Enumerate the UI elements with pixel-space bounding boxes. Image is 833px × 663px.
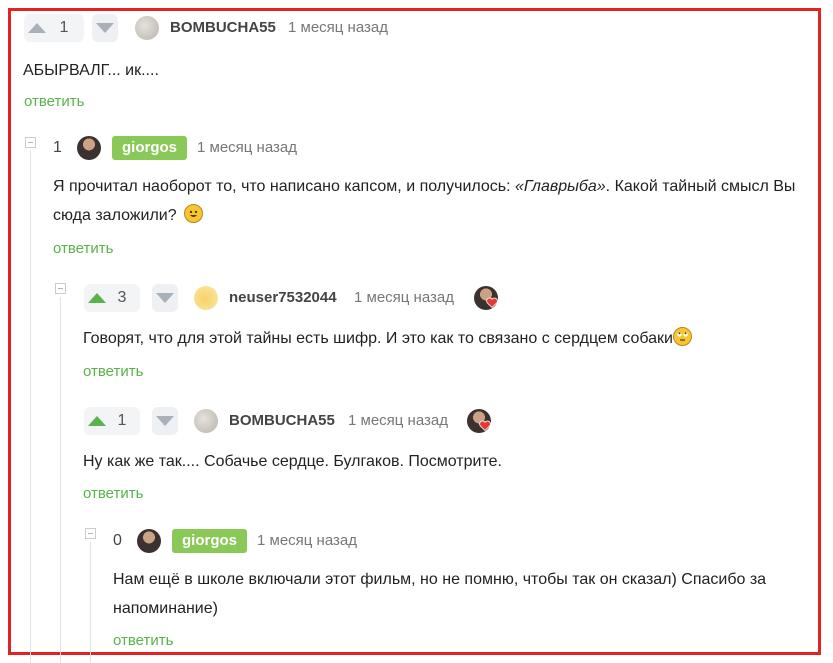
vote-count: 0 bbox=[113, 532, 122, 549]
avatar[interactable] bbox=[194, 286, 218, 310]
reply-link[interactable]: ответить bbox=[113, 632, 173, 649]
text-part: Говорят, что для этой тайны есть шифр. И… bbox=[83, 330, 673, 347]
collapse-icon[interactable] bbox=[55, 283, 66, 294]
timestamp[interactable]: 1 месяц назад bbox=[354, 289, 454, 306]
avatar[interactable] bbox=[135, 16, 159, 40]
downvote-icon bbox=[156, 416, 174, 426]
upvote-button[interactable] bbox=[24, 14, 50, 42]
username-badge[interactable]: giorgos bbox=[172, 529, 247, 553]
upvote-button[interactable] bbox=[84, 284, 110, 312]
collapse-icon[interactable] bbox=[85, 528, 96, 539]
upvote-icon bbox=[88, 416, 106, 426]
vote-pill: 1 bbox=[24, 14, 84, 42]
upvote-button[interactable] bbox=[84, 407, 110, 435]
upvote-icon bbox=[88, 293, 106, 303]
vote-count: 3 bbox=[117, 289, 127, 306]
comment-text: Я прочитал наоборот то, что написано кап… bbox=[53, 172, 813, 230]
comment-text: Нам ещё в школе включали этот фильм, но … bbox=[113, 571, 767, 617]
vote-count: 1 bbox=[59, 19, 69, 36]
rolling-eyes-emoji-icon bbox=[672, 327, 692, 346]
downvote-icon bbox=[156, 293, 174, 303]
thread-line-1 bbox=[30, 150, 31, 663]
timestamp[interactable]: 1 месяц назад bbox=[257, 532, 357, 549]
comment-text: Говорят, что для этой тайны есть шифр. И… bbox=[83, 324, 823, 353]
avatar[interactable] bbox=[194, 409, 218, 433]
collapse-icon[interactable] bbox=[25, 137, 36, 148]
vote-pill: 3 bbox=[84, 284, 140, 312]
username[interactable]: neuser7532044 bbox=[229, 289, 337, 306]
downvote-button[interactable] bbox=[152, 407, 178, 435]
reply-link[interactable]: ответить bbox=[83, 363, 143, 380]
thread-line-3 bbox=[90, 542, 91, 663]
downvote-button[interactable] bbox=[92, 14, 118, 42]
thread-line-2 bbox=[60, 297, 61, 663]
timestamp[interactable]: 1 месяц назад bbox=[197, 139, 297, 156]
text-part: Я прочитал наоборот то, что написано кап… bbox=[53, 178, 516, 195]
comment-text: АБЫРВАЛГ... ик.... bbox=[23, 62, 159, 79]
text-italic: «Главрыба» bbox=[515, 178, 606, 195]
smiley-emoji-icon bbox=[184, 204, 204, 223]
reply-link[interactable]: ответить bbox=[83, 485, 143, 502]
upvote-icon bbox=[28, 23, 46, 33]
downvote-icon bbox=[96, 23, 114, 33]
username[interactable]: BOMBUCHA55 bbox=[229, 412, 335, 429]
comment-text: Ну как же так.... Собачье сердце. Булгак… bbox=[83, 453, 502, 470]
reply-link[interactable]: ответить bbox=[24, 93, 84, 110]
avatar[interactable] bbox=[137, 529, 161, 553]
downvote-button[interactable] bbox=[152, 284, 178, 312]
heart-icon bbox=[486, 297, 498, 308]
vote-count: 1 bbox=[53, 139, 62, 156]
username-badge[interactable]: giorgos bbox=[112, 136, 187, 160]
avatar[interactable] bbox=[77, 136, 101, 160]
timestamp[interactable]: 1 месяц назад bbox=[288, 19, 388, 36]
reply-link[interactable]: ответить bbox=[53, 240, 113, 257]
vote-pill: 1 bbox=[84, 407, 140, 435]
timestamp[interactable]: 1 месяц назад bbox=[348, 412, 448, 429]
vote-count: 1 bbox=[117, 412, 127, 429]
heart-icon bbox=[479, 420, 491, 431]
username[interactable]: BOMBUCHA55 bbox=[170, 19, 276, 36]
